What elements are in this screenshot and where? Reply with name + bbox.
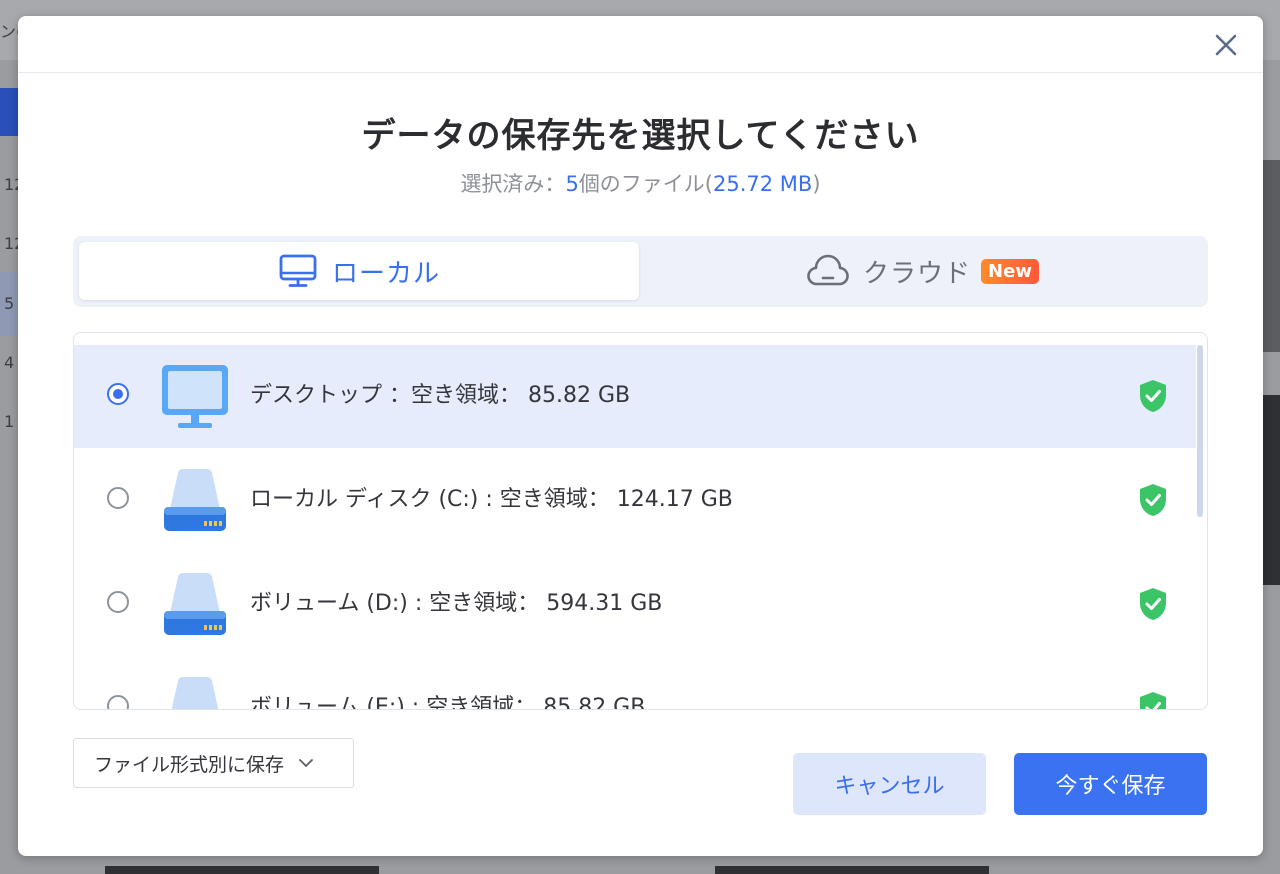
dialog-title: データの保存先を選択してください [361, 116, 920, 156]
location-label: デスクトップ ：空き領域： 85.82 GB [250, 383, 631, 408]
list-item[interactable]: ボリューム (D:) : 空き領域： 594.31 GB [74, 553, 1196, 656]
background-row-number: 1 [4, 412, 15, 431]
background-row-number: 5 [4, 294, 15, 313]
save-now-button[interactable]: 今すぐ保存 [1014, 753, 1207, 815]
desktop-monitor-icon [162, 365, 228, 428]
close-button[interactable] [1211, 30, 1241, 60]
selection-summary: 選択済み：5個のファイル(25.72 MB) [18, 168, 1263, 198]
tab-local-label: ローカル [331, 258, 440, 289]
radio-button[interactable] [107, 591, 129, 613]
save-format-label: ファイル形式別に保存 [94, 753, 285, 776]
shield-check-icon [1140, 692, 1166, 709]
cloud-icon [807, 254, 849, 286]
tab-local[interactable]: ローカル [79, 242, 639, 300]
hard-drive-icon [164, 469, 226, 531]
background-thumbnail [715, 866, 989, 874]
destination-tabs: ローカル クラウド New [73, 236, 1208, 307]
shield-check-icon [1140, 380, 1166, 412]
hard-drive-icon [164, 573, 226, 635]
save-format-dropdown[interactable]: ファイル形式別に保存 [73, 738, 354, 788]
close-icon [1215, 34, 1237, 56]
list-scrollbar[interactable] [1197, 345, 1203, 517]
list-item[interactable]: ローカル ディスク (C:) : 空き領域： 124.17 GB [74, 449, 1196, 552]
selection-summary-files: 個のファイル( [578, 172, 714, 196]
tab-cloud-label: クラウド [863, 258, 972, 289]
monitor-icon [279, 254, 317, 287]
location-label: ボリューム (E:) : 空き領域： 85.82 GB [250, 695, 646, 710]
selection-summary-suffix: ) [812, 172, 821, 196]
shield-check-icon [1140, 588, 1166, 620]
chevron-down-icon [299, 759, 313, 767]
new-badge: New [981, 258, 1039, 284]
selection-summary-prefix: 選択済み： [460, 172, 566, 196]
background-primary-button [0, 88, 18, 136]
list-item[interactable]: ボリューム (E:) : 空き領域： 85.82 GB [74, 657, 1196, 710]
background-row-number: 4 [4, 353, 15, 372]
shield-check-icon [1140, 484, 1166, 516]
tab-cloud[interactable]: クラウド New [643, 242, 1203, 300]
selected-total-size: 25.72 MB [713, 172, 813, 196]
radio-button[interactable] [107, 383, 129, 405]
cancel-button[interactable]: キャンセル [793, 753, 986, 815]
hard-drive-icon [171, 677, 219, 709]
selected-file-count: 5 [565, 172, 579, 196]
background-thumbnail [1263, 160, 1280, 352]
location-label: ボリューム (D:) : 空き領域： 594.31 GB [250, 591, 663, 616]
list-item[interactable]: デスクトップ ：空き領域： 85.82 GB [74, 345, 1196, 448]
background-thumbnail [105, 866, 379, 874]
save-destination-dialog: データの保存先を選択してください 選択済み：5個のファイル(25.72 MB) … [18, 16, 1263, 856]
radio-button[interactable] [107, 695, 129, 709]
location-list[interactable]: デスクトップ ：空き領域： 85.82 GB ローカル ディスク (C:) : … [73, 332, 1208, 710]
location-label: ローカル ディスク (C:) : 空き領域： 124.17 GB [250, 487, 733, 512]
background-thumbnail [1263, 395, 1280, 585]
radio-button[interactable] [107, 487, 129, 509]
dialog-header-divider [18, 72, 1263, 73]
